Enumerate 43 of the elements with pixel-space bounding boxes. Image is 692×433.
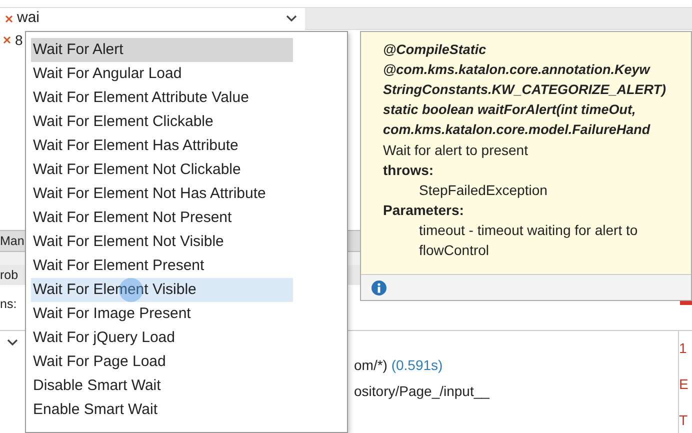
close-icon xyxy=(5,14,13,22)
chevron-down-icon[interactable] xyxy=(286,15,297,22)
step-value: 8 xyxy=(15,30,23,50)
doc-text: Parameters: xyxy=(383,201,465,220)
autocomplete-item[interactable]: Enable Smart Wait xyxy=(31,398,293,422)
autocomplete-item[interactable]: Wait For Element Has Attribute xyxy=(31,134,293,158)
autocomplete-item[interactable]: Wait For Element Attribute Value xyxy=(31,86,293,110)
autocomplete-item[interactable]: Wait For Element Clickable xyxy=(31,110,293,134)
chevron-down-icon[interactable] xyxy=(7,339,18,346)
log-text: E xyxy=(679,374,690,394)
doc-text: timeout - timeout waiting for alert to xyxy=(418,221,639,240)
autocomplete-item[interactable]: Disable Smart Wait xyxy=(31,374,293,398)
autocomplete-item[interactable]: Wait For Element Not Clickable xyxy=(31,158,293,182)
summary-label: ns: xyxy=(0,296,17,313)
doc-text: static boolean waitForAlert(int timeOut, xyxy=(383,101,637,119)
log-line: ository/Page_/input__ xyxy=(354,382,490,401)
doc-text: StringConstants.KW_CATEGORIZE_ALERT) xyxy=(383,81,668,99)
info-icon xyxy=(371,280,387,296)
autocomplete-item[interactable]: Wait For Element Not Visible xyxy=(31,230,293,254)
autocomplete-item[interactable]: Wait For Element Visible xyxy=(31,278,293,302)
autocomplete-item[interactable]: Wait For Angular Load xyxy=(31,62,293,86)
doc-text: Wait for alert to present xyxy=(383,141,529,160)
log-text: T xyxy=(679,410,689,430)
keyword-combo-box[interactable]: wai xyxy=(0,8,305,30)
log-line: om/*) (0.591s) xyxy=(354,356,443,375)
tab-label[interactable]: Man xyxy=(0,232,24,250)
tab-label[interactable]: rob xyxy=(0,266,18,284)
log-text: 1 xyxy=(679,339,688,358)
combo-value: wai xyxy=(17,8,41,28)
doc-text: flowControl xyxy=(418,241,490,260)
autocomplete-item[interactable]: Wait For Element Not Has Attribute xyxy=(31,182,293,206)
doc-text: @CompileStatic xyxy=(383,41,488,59)
autocomplete-item[interactable]: Wait For Image Present xyxy=(31,302,293,326)
autocomplete-item[interactable]: Wait For jQuery Load xyxy=(31,326,293,350)
autocomplete-item[interactable]: Wait For Element Present xyxy=(31,254,293,278)
doc-text: @com.kms.katalon.core.annotation.Keyw xyxy=(383,61,652,79)
doc-text: throws: xyxy=(383,161,435,180)
doc-text: StepFailedException xyxy=(418,181,548,200)
autocomplete-item[interactable]: Wait For Alert xyxy=(31,38,293,62)
close-icon xyxy=(3,36,11,44)
autocomplete-item[interactable]: Wait For Page Load xyxy=(31,350,293,374)
doc-text: com.kms.katalon.core.model.FailureHand xyxy=(383,121,652,139)
autocomplete-item[interactable]: Wait For Element Not Present xyxy=(31,206,293,230)
